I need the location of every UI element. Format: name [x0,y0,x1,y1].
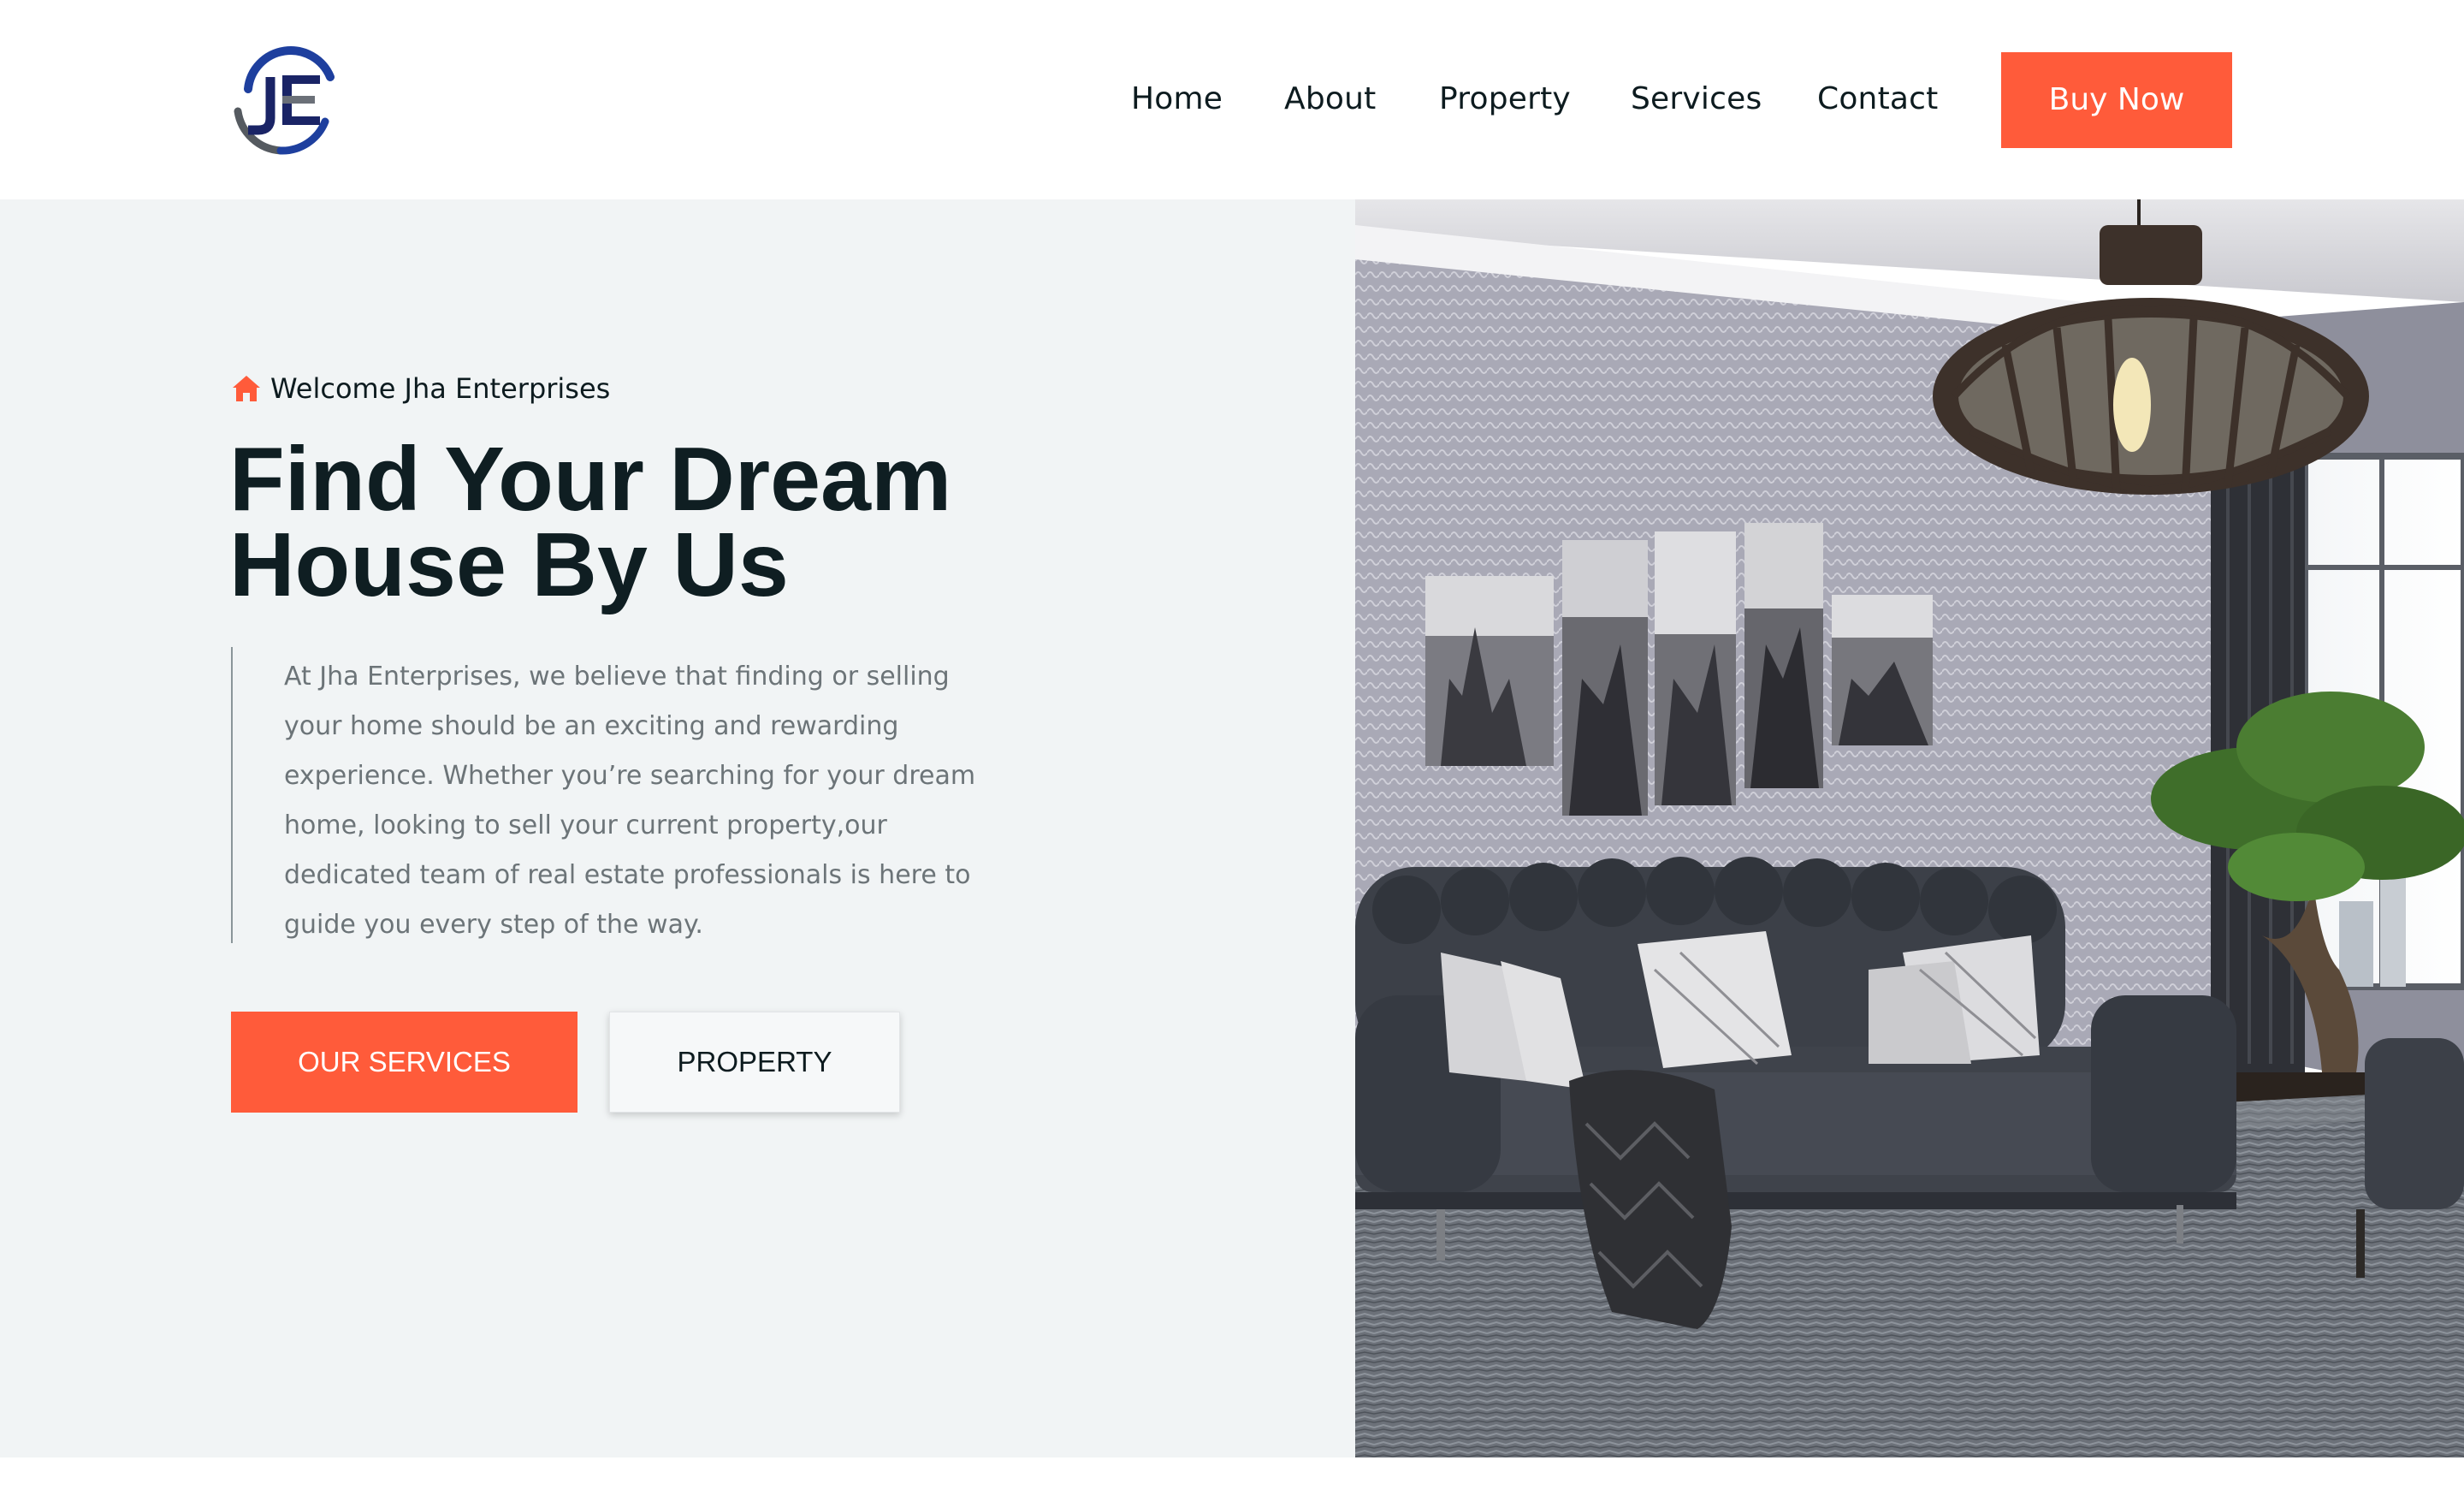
hero-living-room-image [1355,199,2464,1457]
buy-now-button[interactable]: Buy Now [2001,52,2232,148]
nav-link-property[interactable]: Property [1439,75,1571,123]
hero-description: At Jha Enterprises, we believe that find… [284,662,976,940]
hero-description-block: At Jha Enterprises, we believe that find… [231,647,1020,943]
site-header: Home About Property Services Contact Buy… [0,0,2464,199]
nav-link-services[interactable]: Services [1631,75,1762,123]
nav-link-contact[interactable]: Contact [1817,75,1938,123]
welcome-tagline: Welcome Jha Enterprises [231,371,610,406]
hero-title: Find Your Dream House By Us [229,429,1256,615]
our-services-button[interactable]: OUR SERVICES [231,1012,578,1113]
je-logo-icon [234,46,335,155]
nav-link-home[interactable]: Home [1131,75,1223,123]
property-button[interactable]: PROPERTY [609,1012,900,1113]
hero-title-line-1: Find Your Dream [229,429,952,530]
home-icon [231,374,262,403]
welcome-text: Welcome Jha Enterprises [270,372,611,405]
brand-logo[interactable] [229,39,339,159]
nav-link-about[interactable]: About [1284,75,1376,123]
bottom-strip [0,1457,2464,1496]
hero-title-line-2: House By Us [229,514,789,615]
